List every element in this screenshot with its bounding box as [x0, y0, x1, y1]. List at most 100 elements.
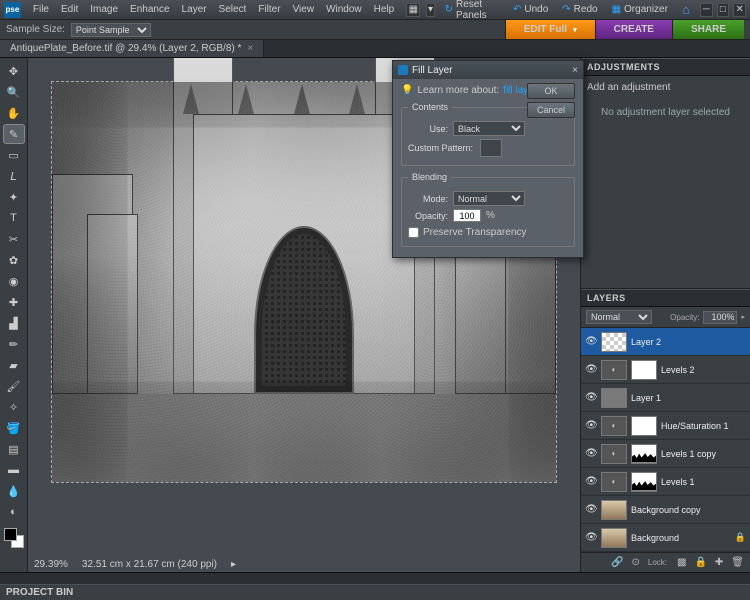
redeye-tool[interactable]: ◉	[4, 272, 24, 290]
layer-opacity-input[interactable]	[703, 311, 737, 324]
visibility-icon[interactable]: 👁	[585, 336, 597, 348]
menu-image[interactable]: Image	[84, 1, 124, 18]
layer-row[interactable]: 👁◐Levels 2	[581, 356, 750, 384]
layer-thumbnail[interactable]	[601, 528, 627, 548]
layer-row[interactable]: 👁◐Levels 1 copy	[581, 440, 750, 468]
eraser-tool[interactable]: ▰	[4, 356, 24, 374]
menu-edit[interactable]: Edit	[55, 1, 84, 18]
window-maximize-button[interactable]: □	[717, 3, 730, 17]
arrange-documents-button[interactable]: ▦	[406, 3, 420, 17]
delete-layer-icon[interactable]: 🗑	[731, 557, 744, 568]
layer-mask-thumbnail[interactable]	[631, 360, 657, 380]
sample-size-select[interactable]: Point Sample	[71, 23, 151, 37]
visibility-icon[interactable]: 👁	[585, 504, 597, 516]
home-icon[interactable]: ⌂	[676, 0, 696, 19]
visibility-icon[interactable]: 👁	[585, 364, 597, 376]
dialog-titlebar[interactable]: Fill Layer ×	[393, 61, 583, 79]
organizer-button[interactable]: ▦Organizer	[606, 2, 674, 17]
reset-panels-button[interactable]: ↻Reset Panels	[439, 0, 505, 23]
adjustments-panel-header[interactable]: ADJUSTMENTS	[581, 58, 750, 76]
clone-stamp-tool[interactable]: ▟	[4, 314, 24, 332]
menu-filter[interactable]: Filter	[252, 1, 286, 18]
layer-thumbnail[interactable]: ◐	[601, 472, 627, 492]
eyedropper-tool[interactable]: ✎	[4, 125, 24, 143]
layer-mask-thumbnail[interactable]	[631, 444, 657, 464]
menu-enhance[interactable]: Enhance	[124, 1, 175, 18]
mode-share-button[interactable]: SHARE	[672, 20, 744, 39]
close-tab-icon[interactable]: ×	[247, 43, 253, 54]
type-tool[interactable]: T	[4, 209, 24, 227]
smart-brush-tool[interactable]: ✧	[4, 398, 24, 416]
layer-row[interactable]: 👁Layer 1	[581, 384, 750, 412]
visibility-icon[interactable]: 👁	[585, 476, 597, 488]
menu-view[interactable]: View	[287, 1, 321, 18]
layer-thumbnail[interactable]: ◐	[601, 416, 627, 436]
lock-all-icon[interactable]: 🔒	[694, 557, 706, 568]
layer-row[interactable]: 👁Background🔒	[581, 524, 750, 552]
gradient-tool[interactable]: ▤	[4, 440, 24, 458]
brush-tool[interactable]: 🖌	[4, 377, 24, 395]
ok-button[interactable]: OK	[527, 83, 575, 99]
layer-thumbnail[interactable]: ◐	[601, 360, 627, 380]
blend-opacity-input[interactable]	[453, 209, 481, 222]
layer-row[interactable]: 👁Layer 2	[581, 328, 750, 356]
menu-layer[interactable]: Layer	[176, 1, 213, 18]
visibility-icon[interactable]: 👁	[585, 448, 597, 460]
hand-tool[interactable]: ✋	[4, 104, 24, 122]
layer-thumbnail[interactable]	[601, 332, 627, 352]
menu-file[interactable]: File	[27, 1, 55, 18]
layer-row[interactable]: 👁◐Levels 1	[581, 468, 750, 496]
visibility-icon[interactable]: 👁	[585, 392, 597, 404]
healing-brush-tool[interactable]: ✚	[4, 293, 24, 311]
project-bin[interactable]: PROJECT BIN	[0, 572, 750, 600]
blur-tool[interactable]: 💧	[4, 482, 24, 500]
layer-fx-icon[interactable]: ⊙	[631, 557, 639, 568]
sponge-tool[interactable]: ◐	[4, 503, 24, 521]
marquee-tool[interactable]: ▭	[4, 146, 24, 164]
move-tool[interactable]: ✥	[4, 62, 24, 80]
lock-transparent-icon[interactable]: ▩	[677, 557, 686, 568]
crop-tool[interactable]: ✂	[4, 230, 24, 248]
magic-wand-tool[interactable]: ✦	[4, 188, 24, 206]
layers-panel-header[interactable]: LAYERS	[581, 289, 750, 307]
undo-button[interactable]: ↶Undo	[507, 2, 554, 17]
visibility-icon[interactable]: 👁	[585, 532, 597, 544]
menu-help[interactable]: Help	[368, 1, 401, 18]
mode-create-button[interactable]: CREATE	[595, 20, 672, 39]
layer-row[interactable]: 👁 Background copy	[581, 496, 750, 524]
preserve-transparency-checkbox[interactable]	[408, 227, 419, 238]
layer-row[interactable]: 👁◐Hue/Saturation 1	[581, 412, 750, 440]
color-swatch[interactable]	[4, 528, 24, 548]
cookie-cutter-tool[interactable]: ✿	[4, 251, 24, 269]
layer-mask-thumbnail[interactable]	[631, 472, 657, 492]
shape-tool[interactable]: ▬	[4, 461, 24, 479]
window-close-button[interactable]: ✕	[733, 3, 746, 17]
dialog-close-icon[interactable]: ×	[572, 65, 578, 76]
menu-select[interactable]: Select	[213, 1, 253, 18]
layer-name: Background	[631, 533, 731, 543]
layer-thumbnail[interactable]: ◐	[601, 444, 627, 464]
link-layers-icon[interactable]: 🔗	[611, 557, 623, 568]
layer-name: Background copy	[631, 505, 746, 515]
layer-mask-thumbnail[interactable]	[631, 416, 657, 436]
layer-blend-mode-select[interactable]: Normal	[586, 310, 652, 324]
layer-list[interactable]: 👁Layer 2👁◐Levels 2👁Layer 1👁◐Hue/Saturati…	[581, 328, 750, 552]
layer-thumbnail[interactable]	[601, 388, 627, 408]
window-minimize-button[interactable]: ─	[700, 3, 713, 17]
menu-window[interactable]: Window	[320, 1, 368, 18]
document-tab[interactable]: AntiquePlate_Before.tif @ 29.4% (Layer 2…	[0, 40, 264, 57]
pencil-tool[interactable]: ✏	[4, 335, 24, 353]
new-layer-icon[interactable]: ✚	[715, 557, 723, 568]
blend-mode-select[interactable]: Normal	[453, 191, 525, 206]
visibility-icon[interactable]: 👁	[585, 420, 597, 432]
paint-bucket-tool[interactable]: 🪣	[4, 419, 24, 437]
cancel-button[interactable]: Cancel	[527, 102, 575, 118]
layer-thumbnail[interactable]	[601, 500, 627, 520]
lasso-tool[interactable]: 𝘓	[4, 167, 24, 185]
redo-button[interactable]: ↷Redo	[556, 2, 603, 17]
arrange-documents-dropdown[interactable]: ▾	[426, 3, 434, 17]
mode-edit-button[interactable]: EDIT Full	[505, 20, 595, 39]
zoom-tool[interactable]: 🔍	[4, 83, 24, 101]
use-select[interactable]: Black	[453, 121, 525, 136]
opacity-stepper-icon[interactable]: ▸	[741, 313, 745, 321]
